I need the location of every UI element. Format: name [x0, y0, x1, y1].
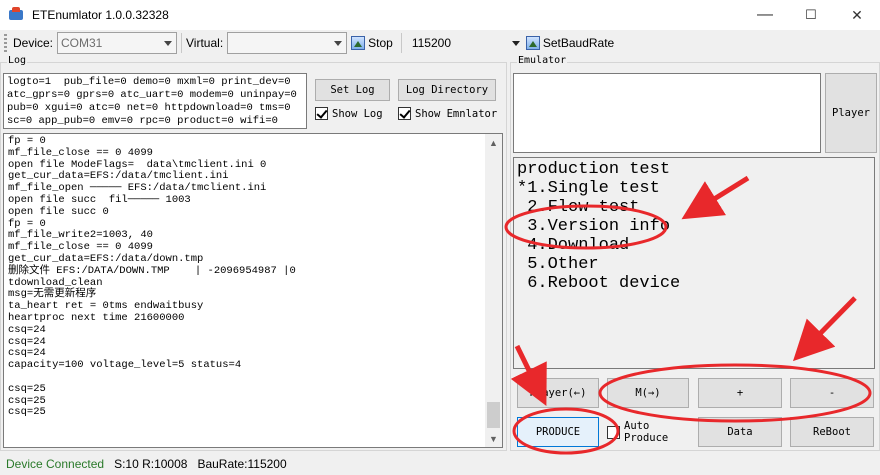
status-baud-rate: BauRate:115200 [197, 457, 287, 471]
auto-produce-label: Auto Produce [624, 420, 669, 444]
maximize-button[interactable]: ☐ [788, 0, 834, 30]
device-label: Device: [13, 36, 54, 50]
app-icon [8, 7, 24, 23]
scroll-down-icon[interactable]: ▼ [485, 430, 502, 447]
auto-produce-checkbox[interactable]: Auto Produce [607, 420, 668, 444]
reboot-button[interactable]: ReBoot [790, 417, 874, 447]
show-emulator-checkbox[interactable]: Show Emnlator [398, 107, 497, 120]
emulator-input-area[interactable] [513, 73, 821, 153]
minus-button[interactable]: - [790, 378, 874, 408]
title-bar: ETEnumlator 1.0.0.32328 — ☐ ✕ [0, 0, 880, 30]
virtual-select[interactable] [227, 32, 348, 54]
baud-rate-value[interactable]: 115200 [412, 36, 512, 50]
connection-status: Device Connected [6, 457, 105, 471]
emulator-screen: production test *1.Single test 2.Flow te… [513, 157, 875, 369]
device-select[interactable]: COM31 [57, 32, 178, 54]
data-button[interactable]: Data [698, 417, 782, 447]
set-log-button[interactable]: Set Log [315, 79, 390, 101]
close-button[interactable]: ✕ [834, 0, 880, 30]
minimize-button[interactable]: — [742, 0, 788, 30]
status-bar: Device Connected S:10 R:10008 BauRate:11… [0, 453, 880, 475]
window-title: ETEnumlator 1.0.0.32328 [32, 8, 169, 22]
virtual-label: Virtual: [186, 36, 224, 50]
picture-icon [351, 36, 366, 50]
checkbox-checked-icon [398, 107, 411, 120]
scroll-up-icon[interactable]: ▲ [485, 134, 502, 151]
show-log-checkbox[interactable]: Show Log [315, 107, 383, 120]
set-baud-rate-button[interactable]: SetBaudRate [525, 32, 618, 54]
log-output[interactable]: fp = 0 mf_file_close == 0 4099 open file… [3, 133, 503, 448]
chevron-down-icon [164, 41, 173, 46]
toolbar-grip[interactable] [4, 34, 7, 52]
log-scrollbar[interactable]: ▲ ▼ [485, 134, 502, 447]
toolbar-separator [400, 33, 402, 53]
emulator-group-title: Emulator [517, 55, 568, 66]
produce-button[interactable]: PRODUCE [517, 417, 599, 447]
player-button[interactable]: Player [825, 73, 877, 153]
chevron-down-icon[interactable] [511, 40, 520, 46]
log-group-title: Log [7, 55, 28, 66]
scrollbar-thumb[interactable] [487, 402, 500, 428]
log-flags-box[interactable]: logto=1 pub_file=0 demo=0 mxml=0 print_d… [3, 73, 307, 129]
checkbox-checked-icon [315, 107, 328, 120]
plus-button[interactable]: + [698, 378, 782, 408]
log-directory-button[interactable]: Log Directory [398, 79, 496, 101]
log-text: fp = 0 mf_file_close == 0 4099 open file… [8, 135, 296, 419]
stop-button[interactable]: Stop [347, 32, 397, 54]
chevron-down-icon [334, 41, 343, 46]
player-back-button[interactable]: Player(←) [517, 378, 599, 408]
toolbar: Device: COM31 Virtual: Stop 115200 SetBa… [0, 30, 880, 56]
show-emulator-label: Show Emnlator [415, 107, 498, 120]
toolbar-separator [181, 33, 183, 53]
picture-icon [525, 36, 540, 50]
show-log-label: Show Log [332, 107, 383, 120]
device-select-value: COM31 [61, 36, 103, 50]
set-baud-rate-label: SetBaudRate [542, 36, 615, 50]
stop-button-label: Stop [368, 36, 393, 50]
send-receive-counts: S:10 R:10008 [114, 457, 188, 471]
menu-next-button[interactable]: M(→) [607, 378, 689, 408]
checkbox-unchecked-icon [607, 425, 620, 439]
